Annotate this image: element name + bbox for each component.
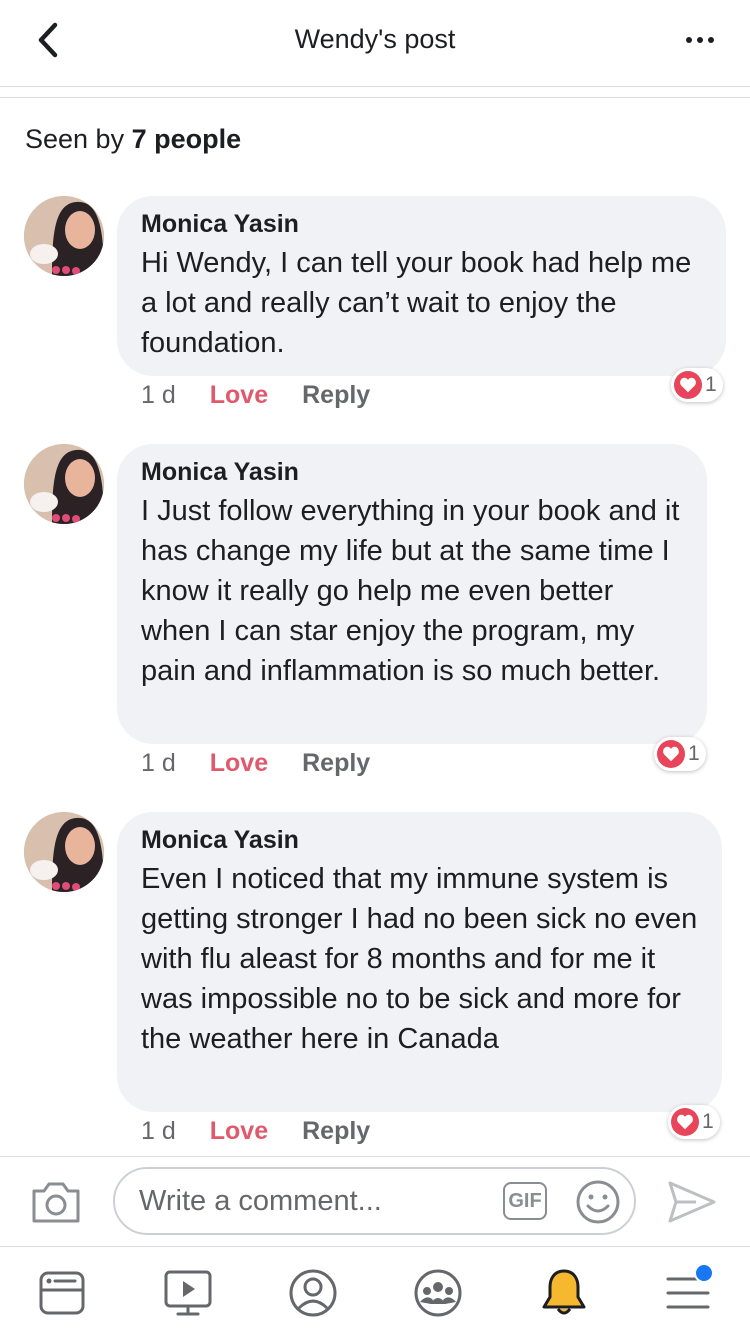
seen-by-count: 7 people <box>131 124 242 154</box>
notifications-icon <box>542 1269 586 1315</box>
comment-text: I Just follow everything in your book an… <box>141 495 680 687</box>
comment-actions: 1 d Love Reply <box>141 381 404 410</box>
comment-author[interactable]: Monica Yasin <box>141 826 698 855</box>
news-feed-icon <box>39 1271 85 1315</box>
avatar[interactable] <box>24 444 104 524</box>
heart-icon <box>671 1108 699 1136</box>
comment-bubble[interactable]: Monica Yasin I Just follow everything in… <box>117 444 707 744</box>
avatar-image <box>24 444 104 524</box>
emoji-button[interactable] <box>575 1179 621 1225</box>
tab-notifications[interactable] <box>536 1265 592 1321</box>
love-button[interactable]: Love <box>210 749 268 778</box>
reaction-count: 1 <box>705 373 717 396</box>
divider <box>0 97 750 98</box>
seen-by-prefix: Seen by <box>25 124 132 154</box>
avatar-image <box>24 196 104 276</box>
comment-input-placeholder: Write a comment... <box>139 1185 382 1217</box>
comment-composer: Write a comment... GIF <box>0 1156 750 1247</box>
reaction-count-badge[interactable]: 1 <box>668 1105 720 1139</box>
more-dots-icon <box>686 37 692 43</box>
comment-time: 1 d <box>141 749 176 777</box>
comment-actions: 1 d Love Reply <box>141 1117 404 1146</box>
love-button[interactable]: Love <box>210 381 268 410</box>
more-options-button[interactable] <box>678 18 722 62</box>
tab-profile[interactable] <box>285 1265 341 1321</box>
reply-button[interactable]: Reply <box>302 381 370 410</box>
profile-icon <box>289 1269 337 1317</box>
comment-bubble[interactable]: Monica Yasin Even I noticed that my immu… <box>117 812 722 1112</box>
comment-text: Even I noticed that my immune system is … <box>141 863 698 1055</box>
comment-text: Hi Wendy, I can tell your book had help … <box>141 247 692 359</box>
comment-bubble[interactable]: Monica Yasin Hi Wendy, I can tell your b… <box>117 196 726 376</box>
emoji-icon <box>576 1180 620 1224</box>
reply-button[interactable]: Reply <box>302 1117 370 1146</box>
comment-input[interactable]: Write a comment... GIF <box>113 1167 636 1235</box>
reply-button[interactable]: Reply <box>302 749 370 778</box>
tab-news-feed[interactable] <box>34 1265 90 1321</box>
send-button[interactable] <box>666 1179 718 1225</box>
love-button[interactable]: Love <box>210 1117 268 1146</box>
comment-time: 1 d <box>141 381 176 409</box>
heart-icon <box>674 371 702 399</box>
camera-icon <box>32 1182 80 1223</box>
reaction-count: 1 <box>702 1110 714 1133</box>
seen-by-text[interactable]: Seen by 7 people <box>25 124 241 155</box>
avatar-image <box>24 812 104 892</box>
notification-dot <box>694 1263 714 1283</box>
comment-author[interactable]: Monica Yasin <box>141 458 683 487</box>
avatar[interactable] <box>24 812 104 892</box>
page-title: Wendy's post <box>294 24 456 54</box>
reaction-count-badge[interactable]: 1 <box>671 368 723 402</box>
tab-groups[interactable] <box>410 1265 466 1321</box>
bottom-tab-bar <box>0 1246 750 1335</box>
gif-button[interactable]: GIF <box>503 1182 547 1220</box>
comment-actions: 1 d Love Reply <box>141 749 404 778</box>
groups-icon <box>414 1269 462 1317</box>
reaction-count: 1 <box>688 742 700 765</box>
heart-icon <box>657 740 685 768</box>
reaction-count-badge[interactable]: 1 <box>654 737 706 771</box>
watch-icon <box>164 1270 212 1316</box>
top-bar: Wendy's post <box>0 0 750 87</box>
send-icon <box>668 1181 716 1223</box>
comment-time: 1 d <box>141 1117 176 1145</box>
camera-button[interactable] <box>30 1179 82 1225</box>
tab-watch[interactable] <box>160 1265 216 1321</box>
avatar[interactable] <box>24 196 104 276</box>
tab-menu[interactable] <box>660 1263 716 1321</box>
comment-author[interactable]: Monica Yasin <box>141 210 702 239</box>
